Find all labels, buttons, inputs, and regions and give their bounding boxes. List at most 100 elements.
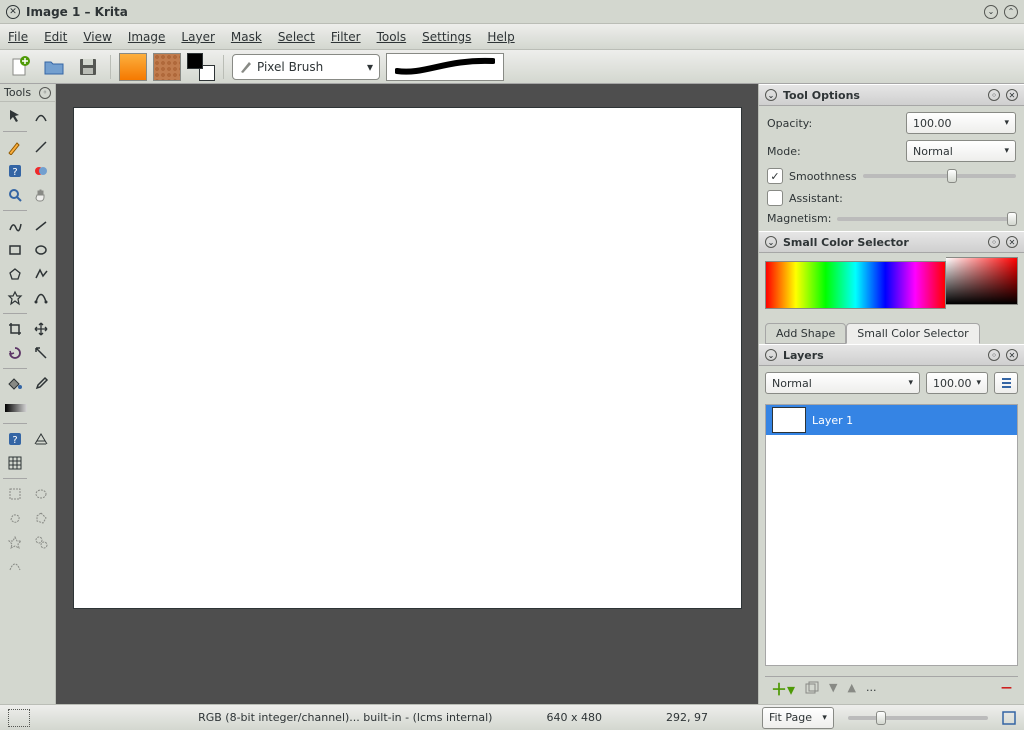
- tool-select-polygon[interactable]: [29, 507, 53, 529]
- collapse-icon[interactable]: ⌄: [765, 349, 777, 361]
- add-layer-button[interactable]: ＋▾: [771, 676, 795, 700]
- tool-grid[interactable]: [3, 452, 27, 474]
- minimize-icon[interactable]: ⌄: [984, 5, 998, 19]
- tool-select[interactable]: [3, 105, 27, 127]
- maximize-icon[interactable]: ⌃: [1004, 5, 1018, 19]
- fg-bg-color[interactable]: [187, 53, 215, 81]
- opacity-input[interactable]: 100.00▾: [906, 112, 1016, 134]
- brush-preset-dropdown[interactable]: Pixel Brush ▾: [232, 54, 380, 80]
- menu-select[interactable]: Select: [278, 30, 315, 44]
- tool-path[interactable]: [29, 105, 53, 127]
- tool-zoom[interactable]: [3, 184, 27, 206]
- menu-filter[interactable]: Filter: [331, 30, 361, 44]
- magnetism-slider[interactable]: [837, 217, 1016, 221]
- brush-preset-label: Pixel Brush: [257, 60, 323, 74]
- layer-list[interactable]: Layer 1: [765, 404, 1018, 666]
- brush-preview[interactable]: [386, 53, 504, 81]
- zoom-dropdown[interactable]: Fit Page▾: [762, 707, 834, 729]
- tool-select-similar[interactable]: [29, 531, 53, 553]
- selection-indicator[interactable]: [8, 709, 30, 727]
- color-selector[interactable]: [765, 257, 1018, 313]
- menu-file[interactable]: File: [8, 30, 28, 44]
- tool-move[interactable]: [29, 318, 53, 340]
- close-panel-icon[interactable]: ✕: [1006, 89, 1018, 101]
- zoom-slider[interactable]: [848, 716, 988, 720]
- tool-pencil[interactable]: [3, 136, 27, 158]
- tool-select-ellipse[interactable]: [29, 483, 53, 505]
- tool-gradient[interactable]: [3, 397, 27, 419]
- tool-polygon[interactable]: [3, 263, 27, 285]
- tool-select-contiguous[interactable]: [3, 531, 27, 553]
- more-button[interactable]: ...: [866, 681, 877, 694]
- pattern-swatch[interactable]: [153, 53, 181, 81]
- tool-transform[interactable]: [3, 342, 27, 364]
- tool-polyline[interactable]: [29, 263, 53, 285]
- tool-pan[interactable]: [29, 184, 53, 206]
- tool-unknown-blue[interactable]: ?: [3, 160, 27, 182]
- tool-fill[interactable]: [3, 373, 27, 395]
- move-down-button[interactable]: ▼: [829, 681, 837, 694]
- gradient-swatch[interactable]: [119, 53, 147, 81]
- collapse-icon[interactable]: ◦: [39, 87, 51, 99]
- tool-select-path[interactable]: [3, 555, 27, 577]
- canvas[interactable]: [74, 108, 741, 608]
- duplicate-layer-button[interactable]: [805, 681, 819, 695]
- close-panel-icon[interactable]: ✕: [1006, 349, 1018, 361]
- tab-add-shape[interactable]: Add Shape: [765, 323, 846, 344]
- tool-help[interactable]: ?: [3, 428, 27, 450]
- color-selector-header[interactable]: ⌄ Small Color Selector ◦✕: [759, 231, 1024, 253]
- menu-view[interactable]: View: [83, 30, 111, 44]
- open-button[interactable]: [40, 53, 68, 81]
- layer-mode-dropdown[interactable]: Normal▾: [765, 372, 920, 394]
- fullscreen-icon[interactable]: [1002, 711, 1016, 725]
- tool-options-header[interactable]: ⌄ Tool Options ◦✕: [759, 84, 1024, 106]
- tab-color-selector[interactable]: Small Color Selector: [846, 323, 979, 344]
- assistant-checkbox[interactable]: [767, 190, 783, 206]
- tool-line[interactable]: [29, 136, 53, 158]
- svg-text:?: ?: [12, 167, 17, 178]
- tool-straight-line[interactable]: [29, 215, 53, 237]
- float-icon[interactable]: ◦: [988, 236, 1000, 248]
- layer-item[interactable]: Layer 1: [766, 405, 1017, 435]
- tool-measure[interactable]: [29, 342, 53, 364]
- layer-opacity-input[interactable]: 100.00▾: [926, 372, 988, 394]
- menu-layer[interactable]: Layer: [181, 30, 214, 44]
- tool-freehand-path[interactable]: [3, 215, 27, 237]
- smoothness-slider[interactable]: [863, 174, 1016, 178]
- floppy-icon: [77, 56, 99, 78]
- layer-view-button[interactable]: [994, 372, 1018, 394]
- tool-color-picker[interactable]: [29, 373, 53, 395]
- tool-ellipse[interactable]: [29, 239, 53, 261]
- menu-image[interactable]: Image: [128, 30, 166, 44]
- menu-tools[interactable]: Tools: [377, 30, 407, 44]
- tool-perspective-grid[interactable]: [29, 428, 53, 450]
- tool-bezier[interactable]: [29, 287, 53, 309]
- tool-select-freehand[interactable]: [3, 507, 27, 529]
- menu-mask[interactable]: Mask: [231, 30, 262, 44]
- titlebar: ✕ Image 1 – Krita ⌄ ⌃: [0, 0, 1024, 24]
- layers-header[interactable]: ⌄ Layers ◦✕: [759, 344, 1024, 366]
- close-icon[interactable]: ✕: [6, 5, 20, 19]
- tool-color-adjust[interactable]: [29, 160, 53, 182]
- move-up-button[interactable]: ▲: [848, 681, 856, 694]
- tool-rect[interactable]: [3, 239, 27, 261]
- saturation-value-box[interactable]: [946, 257, 1018, 305]
- save-button[interactable]: [74, 53, 102, 81]
- tool-crop[interactable]: [3, 318, 27, 340]
- tool-star[interactable]: [3, 287, 27, 309]
- menu-settings[interactable]: Settings: [422, 30, 471, 44]
- hue-strip[interactable]: [765, 261, 946, 309]
- smoothness-checkbox[interactable]: ✓: [767, 168, 783, 184]
- new-document-button[interactable]: [6, 53, 34, 81]
- close-panel-icon[interactable]: ✕: [1006, 236, 1018, 248]
- delete-layer-button[interactable]: —: [1001, 681, 1012, 694]
- float-icon[interactable]: ◦: [988, 349, 1000, 361]
- menu-help[interactable]: Help: [487, 30, 514, 44]
- canvas-viewport[interactable]: [56, 84, 758, 704]
- menu-edit[interactable]: Edit: [44, 30, 67, 44]
- mode-dropdown[interactable]: Normal▾: [906, 140, 1016, 162]
- collapse-icon[interactable]: ⌄: [765, 89, 777, 101]
- collapse-icon[interactable]: ⌄: [765, 236, 777, 248]
- float-icon[interactable]: ◦: [988, 89, 1000, 101]
- tool-select-rect[interactable]: [3, 483, 27, 505]
